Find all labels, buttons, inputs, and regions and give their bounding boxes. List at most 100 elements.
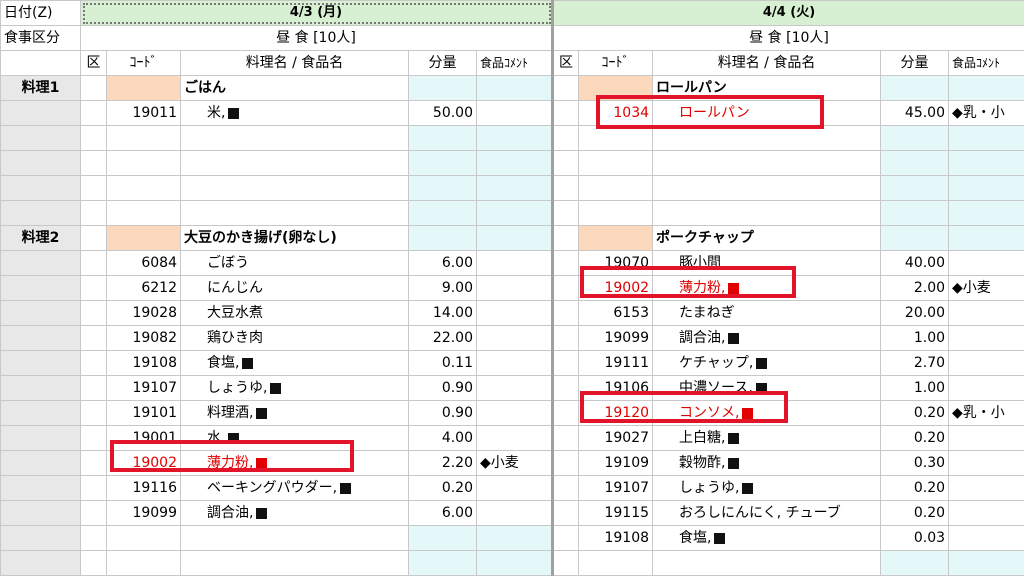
qty-cell[interactable] bbox=[409, 126, 477, 151]
qty-cell[interactable]: 0.11 bbox=[409, 351, 477, 376]
code-cell[interactable]: 19070 bbox=[579, 251, 653, 276]
ku-cell[interactable] bbox=[553, 501, 579, 526]
code-cell[interactable] bbox=[107, 151, 181, 176]
ku-cell[interactable] bbox=[81, 526, 107, 551]
qty-cell[interactable]: 20.00 bbox=[881, 301, 949, 326]
ku-cell[interactable] bbox=[553, 301, 579, 326]
comment-cell[interactable] bbox=[949, 326, 1024, 351]
comment-cell[interactable] bbox=[949, 126, 1024, 151]
qty-cell[interactable]: 0.03 bbox=[881, 526, 949, 551]
name-cell[interactable]: ロールパン bbox=[653, 76, 881, 101]
comment-cell[interactable] bbox=[949, 351, 1024, 376]
name-cell[interactable]: 薄力粉, bbox=[181, 451, 409, 476]
comment-cell[interactable] bbox=[949, 301, 1024, 326]
qty-cell[interactable] bbox=[881, 76, 949, 101]
code-cell[interactable]: 19101 bbox=[107, 401, 181, 426]
ku-cell[interactable] bbox=[81, 451, 107, 476]
ku-cell[interactable] bbox=[81, 351, 107, 376]
code-cell[interactable] bbox=[107, 76, 181, 101]
name-cell[interactable]: たまねぎ bbox=[653, 301, 881, 326]
code-cell[interactable]: 19106 bbox=[579, 376, 653, 401]
name-cell[interactable]: 食塩, bbox=[653, 526, 881, 551]
name-cell[interactable] bbox=[653, 126, 881, 151]
name-cell[interactable] bbox=[181, 126, 409, 151]
qty-cell[interactable] bbox=[881, 226, 949, 251]
name-cell[interactable]: しょうゆ, bbox=[181, 376, 409, 401]
qty-cell[interactable] bbox=[409, 176, 477, 201]
comment-cell[interactable] bbox=[949, 151, 1024, 176]
qty-cell[interactable] bbox=[881, 551, 949, 576]
ku-cell[interactable] bbox=[81, 501, 107, 526]
ku-cell[interactable] bbox=[553, 551, 579, 576]
ku-cell[interactable] bbox=[553, 151, 579, 176]
comment-cell[interactable] bbox=[477, 276, 553, 301]
name-cell[interactable] bbox=[181, 151, 409, 176]
code-cell[interactable]: 19109 bbox=[579, 451, 653, 476]
comment-cell[interactable] bbox=[477, 526, 553, 551]
qty-cell[interactable] bbox=[409, 151, 477, 176]
ku-cell[interactable] bbox=[553, 276, 579, 301]
name-cell[interactable]: 穀物酢, bbox=[653, 451, 881, 476]
comment-cell[interactable] bbox=[949, 551, 1024, 576]
name-cell[interactable] bbox=[653, 151, 881, 176]
ku-cell[interactable] bbox=[553, 76, 579, 101]
ku-cell[interactable] bbox=[81, 176, 107, 201]
code-cell[interactable]: 19002 bbox=[579, 276, 653, 301]
ku-cell[interactable] bbox=[553, 176, 579, 201]
comment-cell[interactable] bbox=[949, 201, 1024, 226]
code-cell[interactable]: 6084 bbox=[107, 251, 181, 276]
comment-cell[interactable] bbox=[477, 326, 553, 351]
code-cell[interactable] bbox=[579, 176, 653, 201]
comment-cell[interactable] bbox=[477, 476, 553, 501]
ku-cell[interactable] bbox=[81, 101, 107, 126]
code-cell[interactable] bbox=[579, 551, 653, 576]
qty-cell[interactable] bbox=[881, 201, 949, 226]
ku-cell[interactable] bbox=[81, 151, 107, 176]
qty-cell[interactable]: 1.00 bbox=[881, 376, 949, 401]
code-cell[interactable]: 19108 bbox=[579, 526, 653, 551]
ku-cell[interactable] bbox=[81, 301, 107, 326]
qty-cell[interactable]: 40.00 bbox=[881, 251, 949, 276]
ku-cell[interactable] bbox=[81, 76, 107, 101]
name-cell[interactable]: 調合油, bbox=[181, 501, 409, 526]
code-cell[interactable]: 19107 bbox=[107, 376, 181, 401]
comment-cell[interactable] bbox=[477, 251, 553, 276]
comment-cell[interactable]: ◆小麦 bbox=[949, 276, 1024, 301]
code-cell[interactable]: 19116 bbox=[107, 476, 181, 501]
qty-cell[interactable]: 0.20 bbox=[881, 401, 949, 426]
comment-cell[interactable] bbox=[477, 76, 553, 101]
name-cell[interactable]: コンソメ, bbox=[653, 401, 881, 426]
comment-cell[interactable] bbox=[949, 251, 1024, 276]
code-cell[interactable]: 19108 bbox=[107, 351, 181, 376]
comment-cell[interactable]: ◆小麦 bbox=[477, 451, 553, 476]
qty-cell[interactable]: 0.30 bbox=[881, 451, 949, 476]
qty-cell[interactable]: 9.00 bbox=[409, 276, 477, 301]
qty-cell[interactable]: 2.20 bbox=[409, 451, 477, 476]
name-cell[interactable]: 水, bbox=[181, 426, 409, 451]
qty-cell[interactable] bbox=[409, 526, 477, 551]
comment-cell[interactable] bbox=[477, 126, 553, 151]
qty-cell[interactable]: 2.70 bbox=[881, 351, 949, 376]
code-cell[interactable]: 19028 bbox=[107, 301, 181, 326]
code-cell[interactable]: 19011 bbox=[107, 101, 181, 126]
code-cell[interactable] bbox=[579, 226, 653, 251]
code-cell[interactable] bbox=[579, 126, 653, 151]
qty-cell[interactable] bbox=[881, 151, 949, 176]
name-cell[interactable]: ベーキングパウダー, bbox=[181, 476, 409, 501]
name-cell[interactable]: 大豆水煮 bbox=[181, 301, 409, 326]
qty-cell[interactable]: 14.00 bbox=[409, 301, 477, 326]
name-cell[interactable] bbox=[653, 176, 881, 201]
qty-cell[interactable]: 0.90 bbox=[409, 401, 477, 426]
qty-cell[interactable]: 45.00 bbox=[881, 101, 949, 126]
name-cell[interactable]: 料理酒, bbox=[181, 401, 409, 426]
ku-cell[interactable] bbox=[553, 101, 579, 126]
qty-cell[interactable]: 50.00 bbox=[409, 101, 477, 126]
ku-cell[interactable] bbox=[553, 326, 579, 351]
name-cell[interactable]: 薄力粉, bbox=[653, 276, 881, 301]
qty-cell[interactable]: 1.00 bbox=[881, 326, 949, 351]
comment-cell[interactable] bbox=[949, 451, 1024, 476]
ku-cell[interactable] bbox=[81, 126, 107, 151]
comment-cell[interactable] bbox=[477, 426, 553, 451]
qty-cell[interactable] bbox=[409, 551, 477, 576]
name-cell[interactable] bbox=[181, 201, 409, 226]
